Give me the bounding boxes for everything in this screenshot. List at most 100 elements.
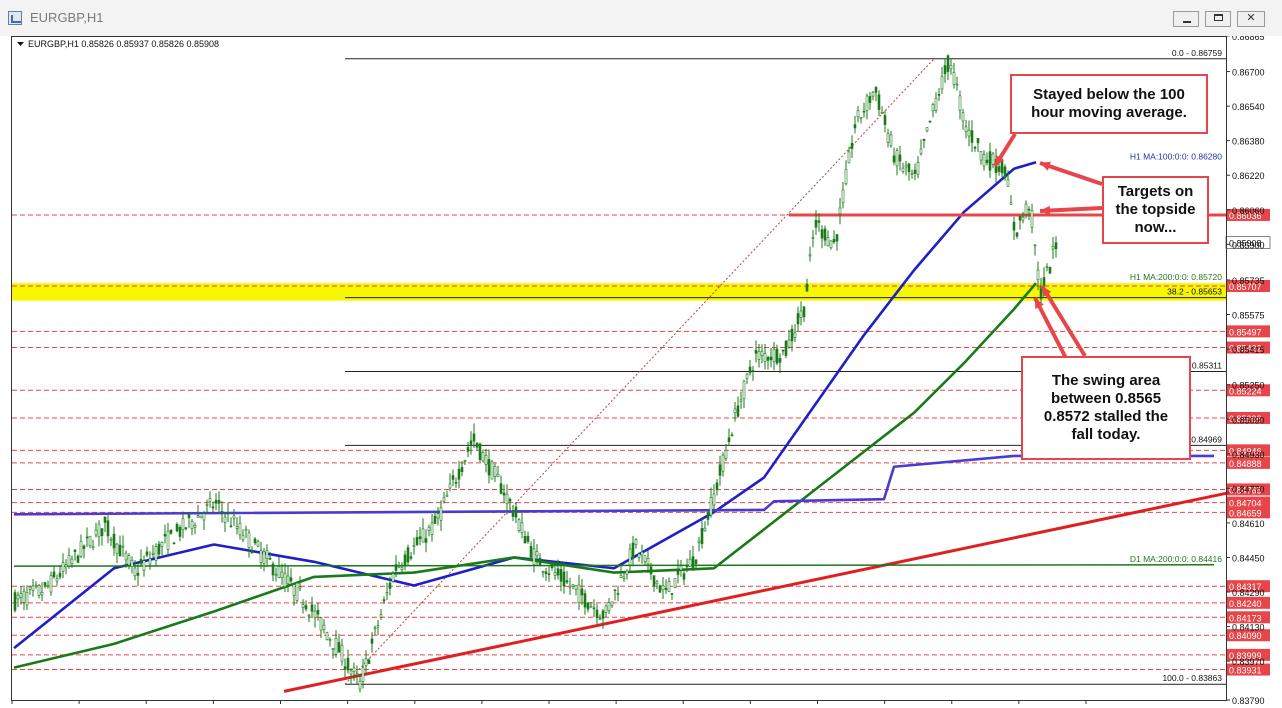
candle-body bbox=[175, 524, 179, 532]
candle-body bbox=[733, 408, 737, 413]
candle-body bbox=[172, 542, 176, 545]
candle-body bbox=[577, 584, 581, 604]
candle-body bbox=[997, 166, 1001, 172]
candle-body bbox=[751, 370, 755, 372]
candle-body bbox=[499, 483, 503, 494]
candle-body bbox=[658, 585, 662, 593]
candle-body bbox=[652, 575, 656, 587]
candle-body bbox=[805, 283, 809, 292]
candle-body bbox=[844, 169, 848, 185]
y-tick-label-4: 0.86220 bbox=[1232, 171, 1265, 181]
chart-window-icon bbox=[8, 11, 22, 25]
candle-body bbox=[898, 154, 902, 162]
candle-body bbox=[67, 555, 71, 567]
candle-body bbox=[136, 572, 140, 576]
candle-body bbox=[1000, 160, 1004, 174]
candle-body bbox=[94, 529, 98, 536]
minimize-button[interactable] bbox=[1173, 11, 1199, 27]
candle-body bbox=[580, 588, 584, 596]
candle-body bbox=[862, 110, 866, 113]
candle-body bbox=[673, 578, 677, 589]
candle-body bbox=[184, 527, 188, 529]
candle-body bbox=[217, 500, 221, 504]
candle-body bbox=[559, 569, 563, 582]
candle-body bbox=[1027, 208, 1031, 211]
candle-body bbox=[1015, 232, 1019, 237]
candle-body bbox=[745, 373, 749, 379]
candle-body bbox=[352, 667, 356, 672]
candle-body bbox=[358, 680, 362, 690]
candle-body bbox=[604, 605, 608, 613]
candle-body bbox=[1045, 266, 1049, 269]
candle-body bbox=[1012, 221, 1016, 231]
candle-body bbox=[778, 358, 782, 363]
fib-label-3: - 0.84969 bbox=[1186, 434, 1222, 444]
candle-body bbox=[796, 313, 800, 325]
y-tick-label-13: 0.84770 bbox=[1232, 484, 1265, 494]
candle-body bbox=[967, 129, 971, 137]
candle-body bbox=[661, 585, 665, 591]
level-label-7: 0.84888 bbox=[1229, 459, 1262, 469]
candle-body bbox=[589, 605, 593, 608]
callout-swing-area: The swing area between 0.8565 0.8572 sta… bbox=[1021, 356, 1191, 460]
candle-body bbox=[553, 572, 557, 576]
candle-body bbox=[841, 189, 845, 204]
ma-line-3 bbox=[13, 454, 1214, 516]
candle-body bbox=[754, 349, 758, 354]
candle-body bbox=[1030, 210, 1034, 228]
arrow-target-ma100-head bbox=[1040, 161, 1051, 171]
candle-body bbox=[838, 207, 842, 215]
candle-body bbox=[547, 573, 551, 576]
candle-body bbox=[868, 96, 872, 103]
candle-body bbox=[316, 610, 320, 615]
candle-body bbox=[538, 557, 542, 567]
y-tick-label-14: 0.84610 bbox=[1232, 519, 1265, 529]
candle-body bbox=[529, 545, 533, 558]
candle-body bbox=[76, 555, 80, 563]
candle-body bbox=[781, 349, 785, 352]
candle-body bbox=[58, 572, 62, 578]
candle-body bbox=[562, 571, 566, 587]
candle-body bbox=[991, 153, 995, 165]
candle-body bbox=[223, 516, 227, 523]
candle-body bbox=[649, 566, 653, 575]
candle-body bbox=[904, 164, 908, 168]
candle-body bbox=[631, 542, 635, 559]
chart-area[interactable]: 0.86036 0.85707 0.85497 0.85422 0.85224 0.850… bbox=[0, 36, 1282, 708]
candle-body bbox=[880, 112, 884, 115]
candle-body bbox=[532, 548, 536, 565]
candle-body bbox=[688, 558, 692, 567]
candle-body bbox=[157, 543, 161, 555]
candle-body bbox=[403, 554, 407, 566]
maximize-button[interactable] bbox=[1205, 11, 1231, 27]
close-button[interactable]: ✕ bbox=[1237, 11, 1265, 27]
candle-body bbox=[79, 541, 83, 557]
ma-label-0: H1 MA:100:0:0: 0.86280 bbox=[1130, 151, 1222, 161]
candle-body bbox=[676, 568, 680, 575]
level-label-12: 0.84240 bbox=[1229, 599, 1262, 609]
candle-body bbox=[871, 92, 875, 97]
candle-body bbox=[646, 558, 650, 565]
candle-body bbox=[934, 97, 938, 111]
candle-body bbox=[433, 516, 437, 524]
candle-body bbox=[721, 454, 725, 472]
candle-body bbox=[418, 536, 422, 540]
candle-body bbox=[19, 593, 23, 598]
candle-body bbox=[307, 614, 311, 617]
candle-body bbox=[460, 467, 464, 473]
candle-body bbox=[73, 549, 77, 553]
candle-body bbox=[442, 497, 446, 502]
candle-body bbox=[364, 658, 368, 666]
candle-body bbox=[835, 234, 839, 242]
candle-body bbox=[457, 468, 461, 480]
window-titlebar: EURGBP,H1 ✕ bbox=[0, 0, 1282, 37]
candle-body bbox=[349, 670, 353, 675]
candle-body bbox=[970, 130, 974, 143]
candle-body bbox=[247, 532, 251, 548]
candle-body bbox=[31, 585, 35, 591]
candle-body bbox=[799, 310, 803, 318]
candle-body bbox=[481, 452, 485, 462]
candle-body bbox=[787, 339, 791, 348]
candle-body bbox=[859, 117, 863, 119]
candle-body bbox=[919, 148, 923, 154]
